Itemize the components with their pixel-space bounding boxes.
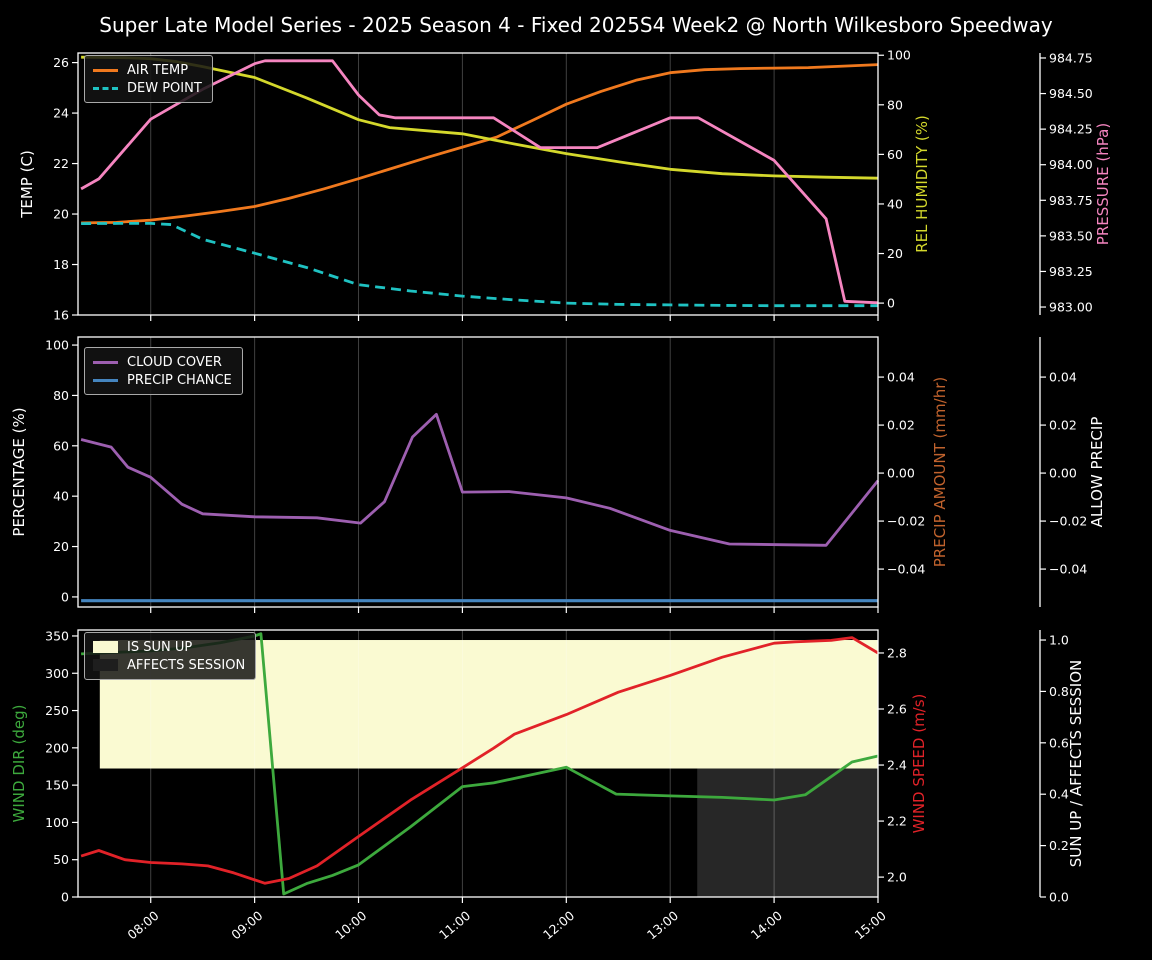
x-tick-label: 15:00: [852, 908, 889, 943]
y-tick-label: 983.00: [1049, 300, 1093, 315]
legend-swatch-air-temp: [93, 68, 118, 72]
y-tick-label: 20: [887, 246, 903, 261]
y-tick-label: 0: [61, 890, 69, 905]
y-tick-label: 0.02: [1049, 418, 1077, 433]
y-tick-label: 0.04: [1049, 370, 1077, 385]
y-tick-label: 50: [53, 852, 69, 867]
legend-swatch-affects-session: [93, 659, 118, 671]
y-tick-label: 0.02: [887, 418, 915, 433]
legend-item-affects-session: AFFECTS SESSION: [93, 656, 245, 674]
y-tick-label: 16: [53, 308, 69, 323]
axis-label-wind-dir-deg: WIND DIR (deg): [10, 705, 28, 823]
y-tick-label: −0.02: [887, 514, 925, 529]
y-tick-label: 983.25: [1049, 264, 1093, 279]
y-tick-label: 18: [53, 257, 69, 272]
axis-label-precip-amount-mm-hr: PRECIP AMOUNT (mm/hr): [931, 377, 949, 567]
axis-label-sun-up-affects-session: SUN UP / AFFECTS SESSION: [1067, 660, 1085, 868]
legend-item-dew-point: DEW POINT: [93, 79, 202, 97]
legend-swatch-is-sun-up: [93, 641, 118, 653]
y-tick-label: 22: [53, 156, 69, 171]
legend-item-air-temp: AIR TEMP: [93, 61, 202, 79]
y-tick-label: 40: [53, 489, 69, 504]
y-tick-label: 2.4: [887, 758, 907, 773]
y-tick-label: 24: [53, 106, 69, 121]
y-tick-label: 0.6: [1049, 735, 1069, 750]
y-tick-label: 0.2: [1049, 838, 1069, 853]
x-tick-label: 10:00: [332, 908, 369, 943]
axis-label-temp-c: TEMP (C): [18, 150, 36, 219]
y-tick-label: 0.00: [1049, 466, 1077, 481]
y-tick-label: 100: [887, 48, 911, 63]
y-tick-label: −0.02: [1049, 514, 1087, 529]
legend-label: DEW POINT: [127, 80, 202, 96]
legend-swatch-cloud-cover: [93, 360, 118, 364]
axis-label-percentage: PERCENTAGE (%): [10, 407, 28, 536]
axis-label-rel-humidity: REL HUMIDITY (%): [913, 115, 931, 253]
y-tick-label: 0: [61, 589, 69, 604]
x-tick-label: 08:00: [124, 908, 161, 943]
y-tick-label: 20: [53, 207, 69, 222]
axis-label-allow-precip: ALLOW PRECIP: [1088, 417, 1106, 528]
y-tick-label: 984.50: [1049, 86, 1093, 101]
y-tick-label: 2.8: [887, 645, 907, 660]
x-tick-label: 09:00: [228, 908, 265, 943]
y-tick-label: 0.00: [887, 466, 915, 481]
legend-item-precip-chance: PRECIP CHANCE: [93, 371, 232, 389]
y-tick-label: 100: [45, 815, 69, 830]
band-affects-session: [697, 768, 878, 897]
weather-forecast-figure: Super Late Model Series - 2025 Season 4 …: [0, 0, 1152, 960]
legend-label: CLOUD COVER: [127, 354, 222, 370]
y-tick-label: 80: [887, 97, 903, 112]
y-tick-label: 0.0: [1049, 890, 1069, 905]
series-cloud-cover: [80, 412, 880, 547]
y-tick-label: 250: [45, 703, 69, 718]
legend-cloud-precip: CLOUD COVER PRECIP CHANCE: [84, 347, 243, 395]
y-tick-label: 200: [45, 740, 69, 755]
y-tick-label: 1.0: [1049, 633, 1069, 648]
y-tick-label: 983.50: [1049, 228, 1093, 243]
y-tick-label: 350: [45, 628, 69, 643]
series-dew-point: [81, 221, 878, 308]
y-tick-label: 2.6: [887, 702, 907, 717]
y-tick-label: 60: [887, 147, 903, 162]
y-tick-label: −0.04: [887, 562, 925, 577]
y-tick-label: 0.4: [1049, 787, 1069, 802]
y-tick-label: 0.8: [1049, 684, 1069, 699]
y-tick-label: 984.75: [1049, 50, 1093, 65]
legend-temp-humidity-pressure: AIR TEMP DEW POINT: [84, 55, 213, 103]
x-tick-label: 12:00: [540, 908, 577, 943]
axis-label-pressure-hpa: PRESSURE (hPa): [1094, 123, 1112, 245]
y-tick-label: 26: [53, 55, 69, 70]
legend-label: AIR TEMP: [127, 62, 189, 78]
x-tick-label: 13:00: [644, 908, 681, 943]
y-tick-label: 0.04: [887, 370, 915, 385]
legend-wind-sun: IS SUN UP AFFECTS SESSION: [84, 632, 257, 680]
x-tick-label: 11:00: [436, 908, 473, 943]
y-tick-label: 60: [53, 438, 69, 453]
y-tick-label: 40: [887, 196, 903, 211]
y-tick-label: 2.0: [887, 870, 907, 885]
y-tick-label: 20: [53, 539, 69, 554]
y-tick-label: 983.75: [1049, 193, 1093, 208]
y-tick-label: 100: [45, 338, 69, 353]
legend-label: IS SUN UP: [127, 639, 193, 655]
y-tick-label: 984.00: [1049, 157, 1093, 172]
legend-swatch-dew-point: [93, 86, 118, 90]
axis-label-wind-speed-m-s: WIND SPEED (m/s): [910, 694, 928, 834]
y-tick-label: 300: [45, 666, 69, 681]
x-tick-label: 14:00: [748, 908, 785, 943]
y-tick-label: 984.25: [1049, 122, 1093, 137]
legend-label: PRECIP CHANCE: [127, 372, 232, 388]
y-tick-label: 150: [45, 778, 69, 793]
legend-label: AFFECTS SESSION: [127, 657, 246, 673]
y-tick-label: 2.2: [887, 814, 907, 829]
y-tick-label: 80: [53, 388, 69, 403]
y-tick-label: −0.04: [1049, 562, 1087, 577]
legend-item-cloud-cover: CLOUD COVER: [93, 353, 232, 371]
legend-item-is-sun-up: IS SUN UP: [93, 638, 245, 656]
legend-swatch-precip-chance: [93, 378, 118, 382]
forecast-chart-svg: 16 18 20 22 24 26 0 20 40 60 80 100 983.00 983.25 983.…: [10, 48, 1112, 943]
y-tick-label: 0: [887, 296, 895, 311]
